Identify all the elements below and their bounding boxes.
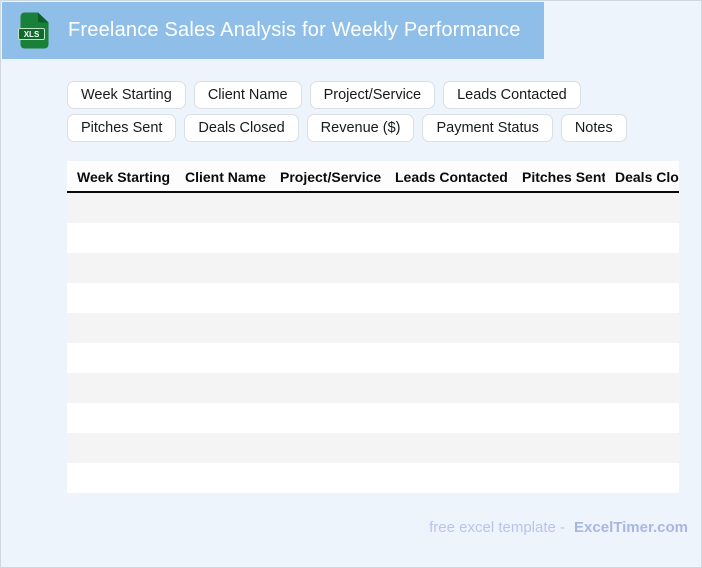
table-cell-empty xyxy=(67,253,175,283)
footer-text: free excel template - xyxy=(429,519,566,536)
column-chip-list: Week Starting Client Name Project/Service L… xyxy=(67,81,683,142)
table-cell-empty xyxy=(270,403,385,433)
column-chip[interactable]: Project/Service xyxy=(309,81,436,109)
table-cell-empty xyxy=(67,463,175,493)
table-cell-empty xyxy=(270,313,385,343)
table-cell-empty xyxy=(512,343,605,373)
table-cell-empty xyxy=(605,433,679,463)
footer-brand-link[interactable]: ExcelTimer.com xyxy=(574,519,688,536)
column-chip[interactable]: Pitches Sent xyxy=(67,114,177,142)
table-cell-empty xyxy=(270,192,385,223)
table-cell-empty xyxy=(385,313,512,343)
table-cell-empty xyxy=(67,283,175,313)
svg-text:XLS: XLS xyxy=(24,30,40,39)
table-cell-empty xyxy=(605,283,679,313)
table-cell-empty xyxy=(512,463,605,493)
table-cell-empty xyxy=(175,463,270,493)
table-cell-empty xyxy=(270,223,385,253)
table-row xyxy=(67,463,679,493)
table-cell-empty xyxy=(605,192,679,223)
table-cell-empty xyxy=(67,433,175,463)
table-cell-empty xyxy=(385,403,512,433)
table-cell-empty xyxy=(67,313,175,343)
table-cell-empty xyxy=(270,463,385,493)
table-cell-empty xyxy=(175,223,270,253)
table-row xyxy=(67,313,679,343)
column-chip[interactable]: Week Starting xyxy=(67,81,186,109)
table-cell-empty xyxy=(512,313,605,343)
table-cell-empty xyxy=(512,373,605,403)
table-cell-empty xyxy=(175,313,270,343)
table-row xyxy=(67,192,679,223)
column-chip[interactable]: Leads Contacted xyxy=(443,81,581,109)
footer: free excel template - ExcelTimer.com xyxy=(429,519,688,536)
table-row xyxy=(67,223,679,253)
table-cell-empty xyxy=(605,463,679,493)
table-header-cell: Pitches Sent xyxy=(512,161,605,193)
column-chip[interactable]: Payment Status xyxy=(422,114,553,142)
preview-table: Week Starting Client Name Project/Service L… xyxy=(67,161,679,493)
table-cell-empty xyxy=(385,223,512,253)
column-chip[interactable]: Revenue ($) xyxy=(306,114,415,142)
table-row xyxy=(67,253,679,283)
table-cell-empty xyxy=(270,253,385,283)
table-cell-empty xyxy=(385,463,512,493)
table-cell-empty xyxy=(512,283,605,313)
table-cell-empty xyxy=(175,403,270,433)
table-cell-empty xyxy=(605,253,679,283)
table-cell-empty xyxy=(67,373,175,403)
table-cell-empty xyxy=(512,403,605,433)
table-cell-empty xyxy=(605,313,679,343)
table-cell-empty xyxy=(512,192,605,223)
table-row xyxy=(67,403,679,433)
table-cell-empty xyxy=(175,253,270,283)
table-header-cell: Week Starting xyxy=(67,161,175,193)
table-row xyxy=(67,373,679,403)
table-cell-empty xyxy=(512,433,605,463)
table-row xyxy=(67,433,679,463)
table-row xyxy=(67,343,679,373)
header-banner: XLS Freelance Sales Analysis for Weekly … xyxy=(2,2,544,59)
table-cell-empty xyxy=(270,433,385,463)
table-cell-empty xyxy=(67,403,175,433)
table-cell-empty xyxy=(385,253,512,283)
table-cell-empty xyxy=(385,433,512,463)
table-cell-empty xyxy=(270,283,385,313)
table-header-row: Week Starting Client Name Project/Service L… xyxy=(67,161,679,193)
table-header-cell: Client Name xyxy=(175,161,270,193)
table-cell-empty xyxy=(175,283,270,313)
table-cell-empty xyxy=(175,373,270,403)
table-cell-empty xyxy=(67,192,175,223)
table-cell-empty xyxy=(605,343,679,373)
table-header-cell: Deals Closed xyxy=(605,161,679,193)
table-cell-empty xyxy=(270,343,385,373)
table-cell-empty xyxy=(512,253,605,283)
table-cell-empty xyxy=(605,403,679,433)
table-row xyxy=(67,283,679,313)
table-cell-empty xyxy=(270,373,385,403)
table-cell-empty xyxy=(175,192,270,223)
xls-file-icon: XLS xyxy=(18,12,50,49)
table-cell-empty xyxy=(605,223,679,253)
table-cell-empty xyxy=(67,223,175,253)
table-cell-empty xyxy=(385,192,512,223)
column-chip[interactable]: Client Name xyxy=(193,81,302,109)
table-cell-empty xyxy=(385,373,512,403)
table-cell-empty xyxy=(605,373,679,403)
table-header-cell: Leads Contacted xyxy=(385,161,512,193)
table-cell-empty xyxy=(512,223,605,253)
column-chip[interactable]: Notes xyxy=(560,114,627,142)
table-cell-empty xyxy=(175,343,270,373)
table-cell-empty xyxy=(385,343,512,373)
table-cell-empty xyxy=(67,343,175,373)
preview-table-container: Week Starting Client Name Project/Service L… xyxy=(67,161,679,493)
table-cell-empty xyxy=(175,433,270,463)
table-cell-empty xyxy=(385,283,512,313)
column-chip[interactable]: Deals Closed xyxy=(184,114,299,142)
template-preview-page: XLS Freelance Sales Analysis for Weekly … xyxy=(0,0,702,568)
table-header-cell: Project/Service xyxy=(270,161,385,193)
page-title: Freelance Sales Analysis for Weekly Perf… xyxy=(68,19,521,41)
